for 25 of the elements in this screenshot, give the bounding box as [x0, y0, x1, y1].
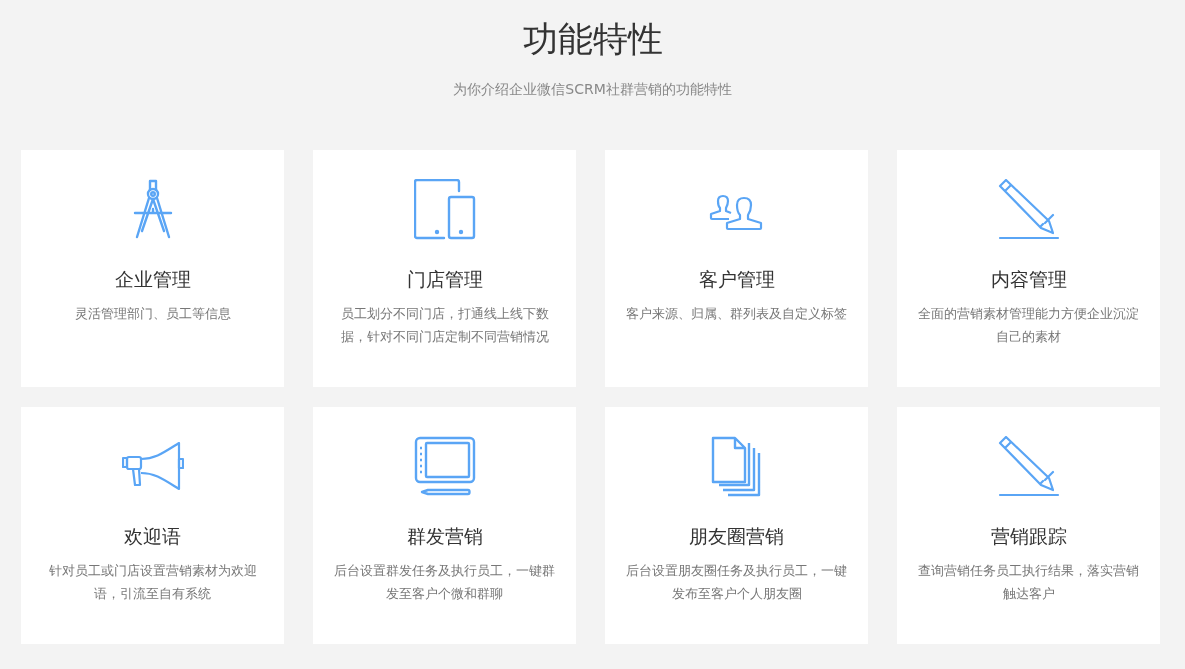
feature-description: 后台设置朋友圈任务及执行员工，一键发布至客户个人朋友圈: [625, 562, 848, 603]
feature-title: 群发营销: [406, 524, 483, 549]
pencil-icon: [997, 436, 1060, 498]
feature-description: 针对员工或门店设置营销素材为欢迎语，引流至自有系统: [47, 562, 258, 603]
tablet-and-phone-icon: [413, 179, 476, 241]
drawing-tablet-icon: [413, 436, 476, 498]
section-title: 功能特性: [521, 18, 664, 61]
feature-description: 灵活管理部门、员工等信息: [74, 305, 231, 323]
feature-title: 内容管理: [990, 267, 1067, 292]
feature-title: 企业管理: [114, 267, 191, 292]
documents-icon: [710, 436, 763, 498]
megaphone-icon: [121, 442, 184, 492]
feature-title: 客户管理: [698, 267, 775, 292]
feature-title: 欢迎语: [124, 524, 181, 549]
feature-description: 查询营销任务员工执行结果，落实营销触达客户: [917, 562, 1140, 603]
feature-title: 朋友圈营销: [689, 524, 784, 549]
feature-title: 营销跟踪: [990, 524, 1067, 549]
pencil-icon: [997, 179, 1060, 241]
compass-icon: [132, 179, 173, 241]
feature-description: 员工划分不同门店，打通线上线下数据，针对不同门店定制不同营销情况: [339, 305, 550, 346]
feature-description: 后台设置群发任务及执行员工，一键群发至客户个微和群聊: [333, 562, 556, 603]
section-subtitle: 为你介绍企业微信SCRM社群营销的功能特性: [452, 80, 733, 99]
feature-description: 客户来源、归属、群列表及自定义标签: [626, 305, 847, 323]
feature-title: 门店管理: [406, 267, 483, 292]
feature-description: 全面的营销素材管理能力方便企业沉淀自己的素材: [917, 305, 1140, 346]
